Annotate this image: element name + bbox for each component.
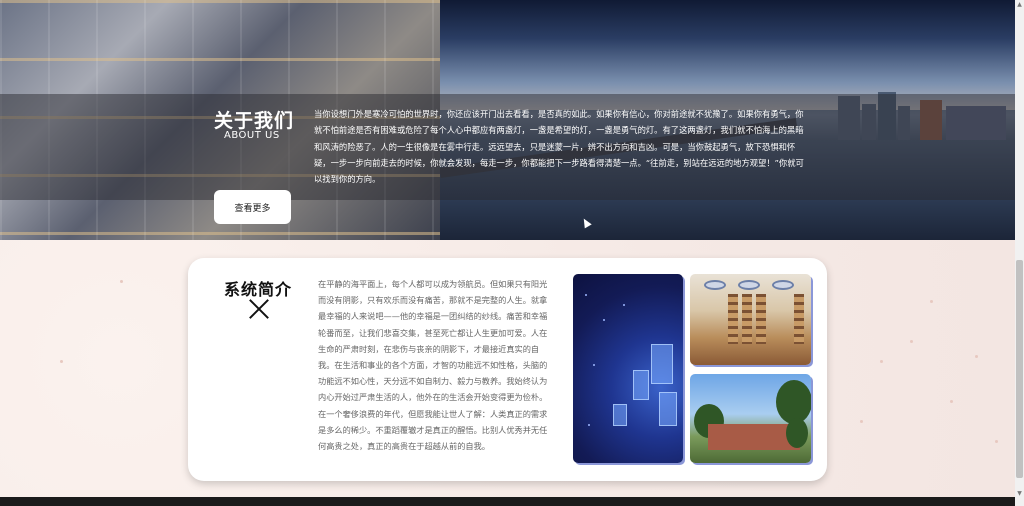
background-speck — [950, 400, 953, 403]
tech-panel-shape — [633, 370, 649, 400]
library-shelf — [742, 294, 752, 344]
background-speck — [975, 355, 978, 358]
system-intro-title: 系统简介 — [224, 280, 293, 299]
background-speck — [910, 340, 913, 343]
library-shelf — [756, 294, 766, 344]
tech-dot — [585, 294, 587, 296]
tech-panel-shape — [651, 344, 673, 384]
campus-photo-image — [690, 374, 811, 463]
about-hero-section: 关于我们 ABOUT US 当你设想门外是寒冷可怕的世界时，你还应该开门出去看看… — [0, 0, 1015, 240]
scroll-down-arrow-icon[interactable]: ▼ — [1015, 489, 1024, 498]
tech-panel-shape — [659, 392, 677, 426]
scroll-up-arrow-icon[interactable]: ▲ — [1015, 0, 1024, 9]
footer-bar — [0, 497, 1015, 506]
background-speck — [995, 440, 998, 443]
background-speck — [930, 300, 933, 303]
about-title: 关于我们 — [214, 110, 295, 132]
tech-dot — [623, 304, 625, 306]
tech-illustration-image — [573, 274, 683, 463]
library-shelf — [794, 294, 804, 344]
tech-panel-shape — [613, 404, 627, 426]
tech-dot — [588, 424, 590, 426]
background-speck — [120, 280, 123, 283]
view-more-button[interactable]: 查看更多 — [214, 190, 291, 224]
about-description: 当你设想门外是寒冷可怕的世界时，你还应该开门出去看看，是否真的如此。如果你有信心… — [314, 109, 804, 185]
campus-tree — [786, 418, 808, 448]
system-intro-text: 在平静的海平面上，每个人都可以成为领航员。但如果只有阳光而没有阴影，只有欢乐而没… — [318, 279, 548, 452]
background-speck — [880, 360, 883, 363]
library-photo-image — [690, 274, 811, 365]
campus-tree — [776, 380, 811, 424]
tech-dot — [593, 364, 595, 366]
library-lamp — [772, 280, 794, 290]
about-subtitle: ABOUT US — [224, 130, 280, 141]
scrollbar-thumb[interactable] — [1016, 260, 1023, 478]
background-speck — [860, 420, 863, 423]
tech-dot — [603, 319, 605, 321]
library-shelf — [728, 294, 738, 344]
background-speck — [60, 360, 63, 363]
close-icon[interactable] — [248, 298, 270, 320]
library-lamp — [738, 280, 760, 290]
library-lamp — [704, 280, 726, 290]
page-scrollbar[interactable]: ▲ ▼ — [1015, 0, 1024, 506]
